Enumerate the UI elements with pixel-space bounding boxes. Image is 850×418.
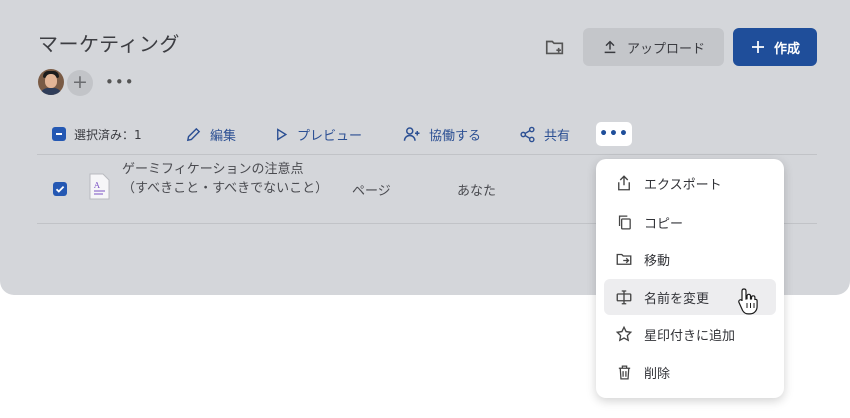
share-icon xyxy=(520,126,535,142)
add-person-icon xyxy=(403,127,420,141)
upload-icon xyxy=(604,40,616,54)
menu-item-label: エクスポート xyxy=(644,177,722,193)
file-owner: あなた xyxy=(457,184,497,199)
menu-item-label: 削除 xyxy=(644,366,671,382)
new-folder-icon[interactable] xyxy=(544,36,566,58)
hand-cursor-icon xyxy=(736,286,760,316)
avatar[interactable] xyxy=(38,69,64,95)
preview-label: プレビュー xyxy=(297,128,363,144)
trash-icon xyxy=(618,364,630,380)
menu-item-label: 名前を変更 xyxy=(644,291,710,307)
file-name[interactable]: ゲーミフィケーションの注意点（すべきこと・すべきでないこと） xyxy=(122,160,328,198)
more-actions-menu: エクスポート コピー 移動 名前を変更 星印付きに追加 削除 xyxy=(596,159,784,398)
edit-label: 編集 xyxy=(210,128,237,144)
collaborate-button[interactable]: 協働する xyxy=(403,120,481,148)
export-icon xyxy=(618,175,630,191)
file-type: ページ xyxy=(352,184,391,199)
play-icon xyxy=(277,127,288,141)
selected-count-label: 選択済み：1 xyxy=(74,127,142,142)
menu-item-label: 移動 xyxy=(644,253,671,269)
rename-icon xyxy=(616,290,632,305)
create-button[interactable]: 作成 xyxy=(733,28,817,66)
collaborate-label: 協働する xyxy=(429,128,482,144)
share-button[interactable]: 共有 xyxy=(519,120,570,148)
more-members-icon[interactable]: ••• xyxy=(105,73,135,91)
selection-status: 選択済み：1 xyxy=(52,120,142,148)
menu-item-move[interactable]: 移動 xyxy=(604,241,776,277)
menu-item-copy[interactable]: コピー xyxy=(604,204,776,240)
menu-item-label: 星印付きに追加 xyxy=(644,328,736,344)
plus-icon xyxy=(751,41,764,53)
svg-text:A: A xyxy=(93,181,100,190)
menu-item-delete[interactable]: 削除 xyxy=(604,354,776,390)
menu-item-label: コピー xyxy=(644,216,684,232)
edit-button[interactable]: 編集 xyxy=(185,120,236,148)
row-checkbox[interactable] xyxy=(53,182,67,196)
copy-icon xyxy=(618,214,631,230)
upload-button[interactable]: アップロード xyxy=(583,28,724,66)
page-title: マーケティング xyxy=(38,32,180,56)
menu-item-export[interactable]: エクスポート xyxy=(604,165,776,201)
selection-toolbar: 選択済み：1 編集 プレビュー 協働する 共有 xyxy=(0,120,850,148)
move-icon xyxy=(616,253,632,265)
menu-item-star[interactable]: 星印付きに追加 xyxy=(604,316,776,352)
add-member-button[interactable]: + xyxy=(67,70,93,96)
create-label: 作成 xyxy=(773,41,800,57)
star-icon xyxy=(615,325,633,342)
pencil-icon xyxy=(186,127,201,141)
more-actions-button[interactable]: ••• xyxy=(596,122,632,146)
upload-label: アップロード xyxy=(626,41,705,57)
select-all-checkbox[interactable] xyxy=(52,127,66,141)
preview-button[interactable]: プレビュー xyxy=(274,120,362,148)
share-label: 共有 xyxy=(544,128,571,144)
page-document-icon: A xyxy=(89,173,110,200)
